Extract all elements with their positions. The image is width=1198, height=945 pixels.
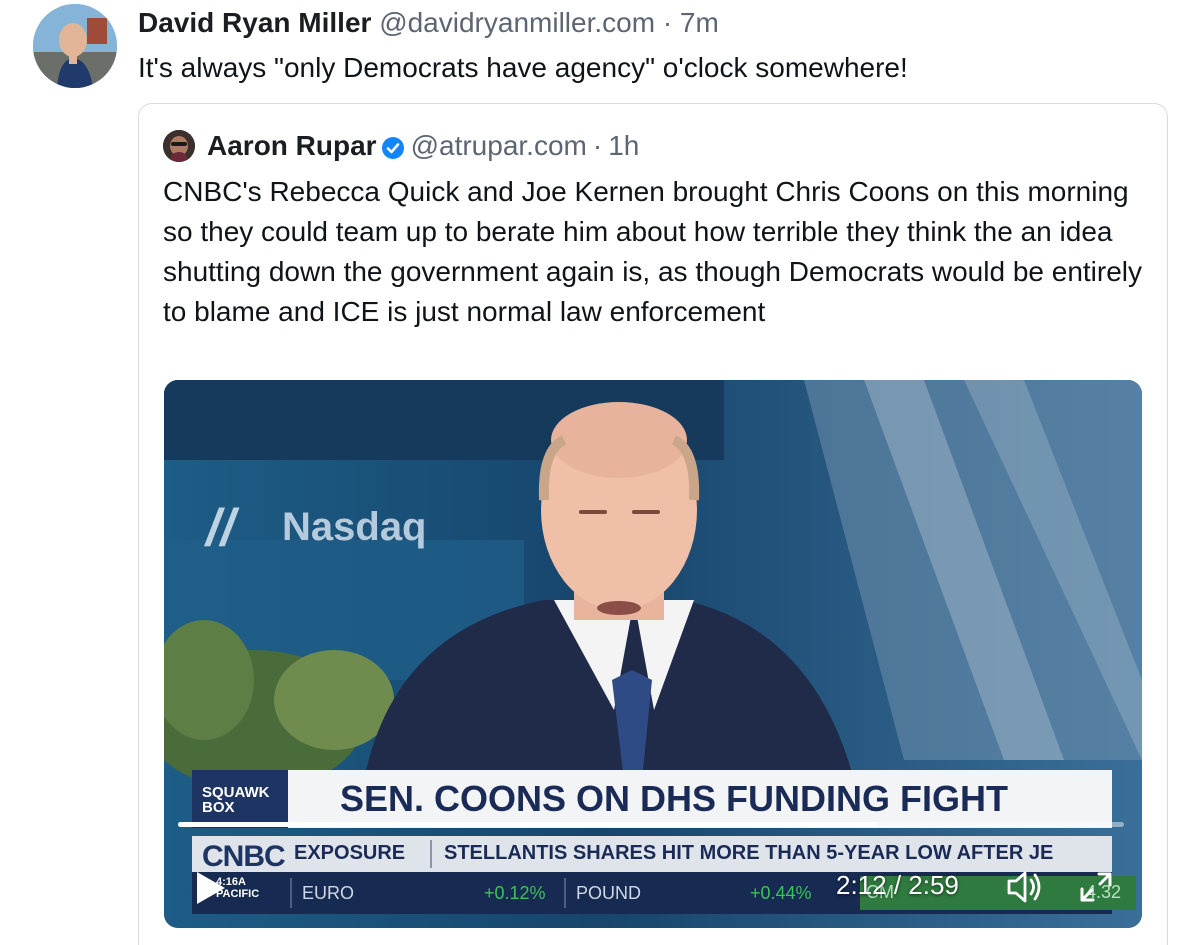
header-separator: · bbox=[662, 7, 673, 38]
fullscreen-icon bbox=[1080, 872, 1112, 902]
market-label-pound: POUND bbox=[576, 883, 642, 903]
author-avatar-image bbox=[33, 4, 117, 88]
post-header: David Ryan Miller @davidryanmiller.com ·… bbox=[138, 6, 719, 40]
quote-author-avatar-image bbox=[163, 130, 195, 162]
background-nasdaq-sign: Nasdaq bbox=[282, 505, 427, 549]
video-progress-fill bbox=[178, 822, 879, 827]
verified-check-icon[interactable] bbox=[381, 134, 405, 159]
show-badge-line2: BOX bbox=[202, 799, 235, 816]
ticker-divider bbox=[430, 840, 432, 868]
video-time-separator: / bbox=[886, 870, 909, 900]
quote-header-separator: · bbox=[592, 130, 603, 161]
ticker-headline: STELLANTIS SHARES HIT MORE THAN 5-YEAR L… bbox=[444, 842, 1054, 864]
play-icon bbox=[197, 872, 225, 904]
video-duration: 2:59 bbox=[908, 870, 959, 900]
post-text: It's always "only Democrats have agency"… bbox=[138, 52, 908, 83]
ticker-top-row: CNBC EXPOSURE STELLANTIS SHARES HIT MORE… bbox=[192, 836, 1112, 873]
video-current-time: 2:12 bbox=[836, 870, 887, 900]
volume-icon bbox=[1007, 871, 1041, 903]
market-label-euro: EURO bbox=[302, 883, 355, 903]
show-badge-line1: SQUAWK bbox=[202, 784, 270, 801]
show-badge: SQUAWK BOX bbox=[192, 770, 288, 828]
quote-timestamp[interactable]: 1h bbox=[608, 129, 639, 163]
author-handle[interactable]: @davidryanmiller.com bbox=[379, 7, 655, 38]
ticker-label: EXPOSURE bbox=[294, 842, 406, 864]
author-name[interactable]: David Ryan Miller bbox=[138, 7, 371, 38]
video-player[interactable]: // Nasdaq SQUAWK BOX SEN. COONS ON DHS F… bbox=[164, 380, 1142, 928]
post[interactable]: David Ryan Miller @davidryanmiller.com ·… bbox=[0, 0, 1198, 945]
volume-button[interactable] bbox=[1006, 870, 1044, 904]
quote-author-handle[interactable]: @atrupar.com bbox=[411, 129, 587, 163]
author-avatar[interactable] bbox=[33, 4, 117, 88]
market-value-euro: +0.12% bbox=[484, 883, 546, 903]
headline-text: SEN. COONS ON DHS FUNDING FIGHT bbox=[288, 770, 1112, 828]
quote-author-name[interactable]: Aaron Rupar bbox=[207, 129, 377, 163]
market-value-pound: +0.44% bbox=[750, 883, 812, 903]
ticker-bottom-row: 4:16A PACIFIC EURO +0.12% POUND +0.44% C… bbox=[192, 872, 1136, 914]
quote-header: Aaron Rupar @atrupar.com · 1h bbox=[207, 129, 639, 163]
fullscreen-button[interactable] bbox=[1078, 870, 1114, 904]
play-button[interactable] bbox=[194, 870, 228, 906]
ticker-divider bbox=[290, 878, 292, 908]
quote-post-card[interactable]: Aaron Rupar @atrupar.com · 1h CNBC's Reb… bbox=[138, 103, 1168, 945]
video-progress-bar[interactable] bbox=[178, 822, 1124, 827]
post-timestamp[interactable]: 7m bbox=[680, 7, 719, 38]
cnbc-logo: CNBC bbox=[202, 840, 286, 873]
video-time-readout: 2:12 / 2:59 bbox=[836, 870, 959, 901]
lower-third-banner: SQUAWK BOX SEN. COONS ON DHS FUNDING FIG… bbox=[192, 770, 1112, 828]
quote-author-avatar[interactable] bbox=[163, 130, 195, 162]
ticker-divider bbox=[564, 878, 566, 908]
quote-text: CNBC's Rebecca Quick and Joe Kernen brou… bbox=[163, 176, 1143, 327]
